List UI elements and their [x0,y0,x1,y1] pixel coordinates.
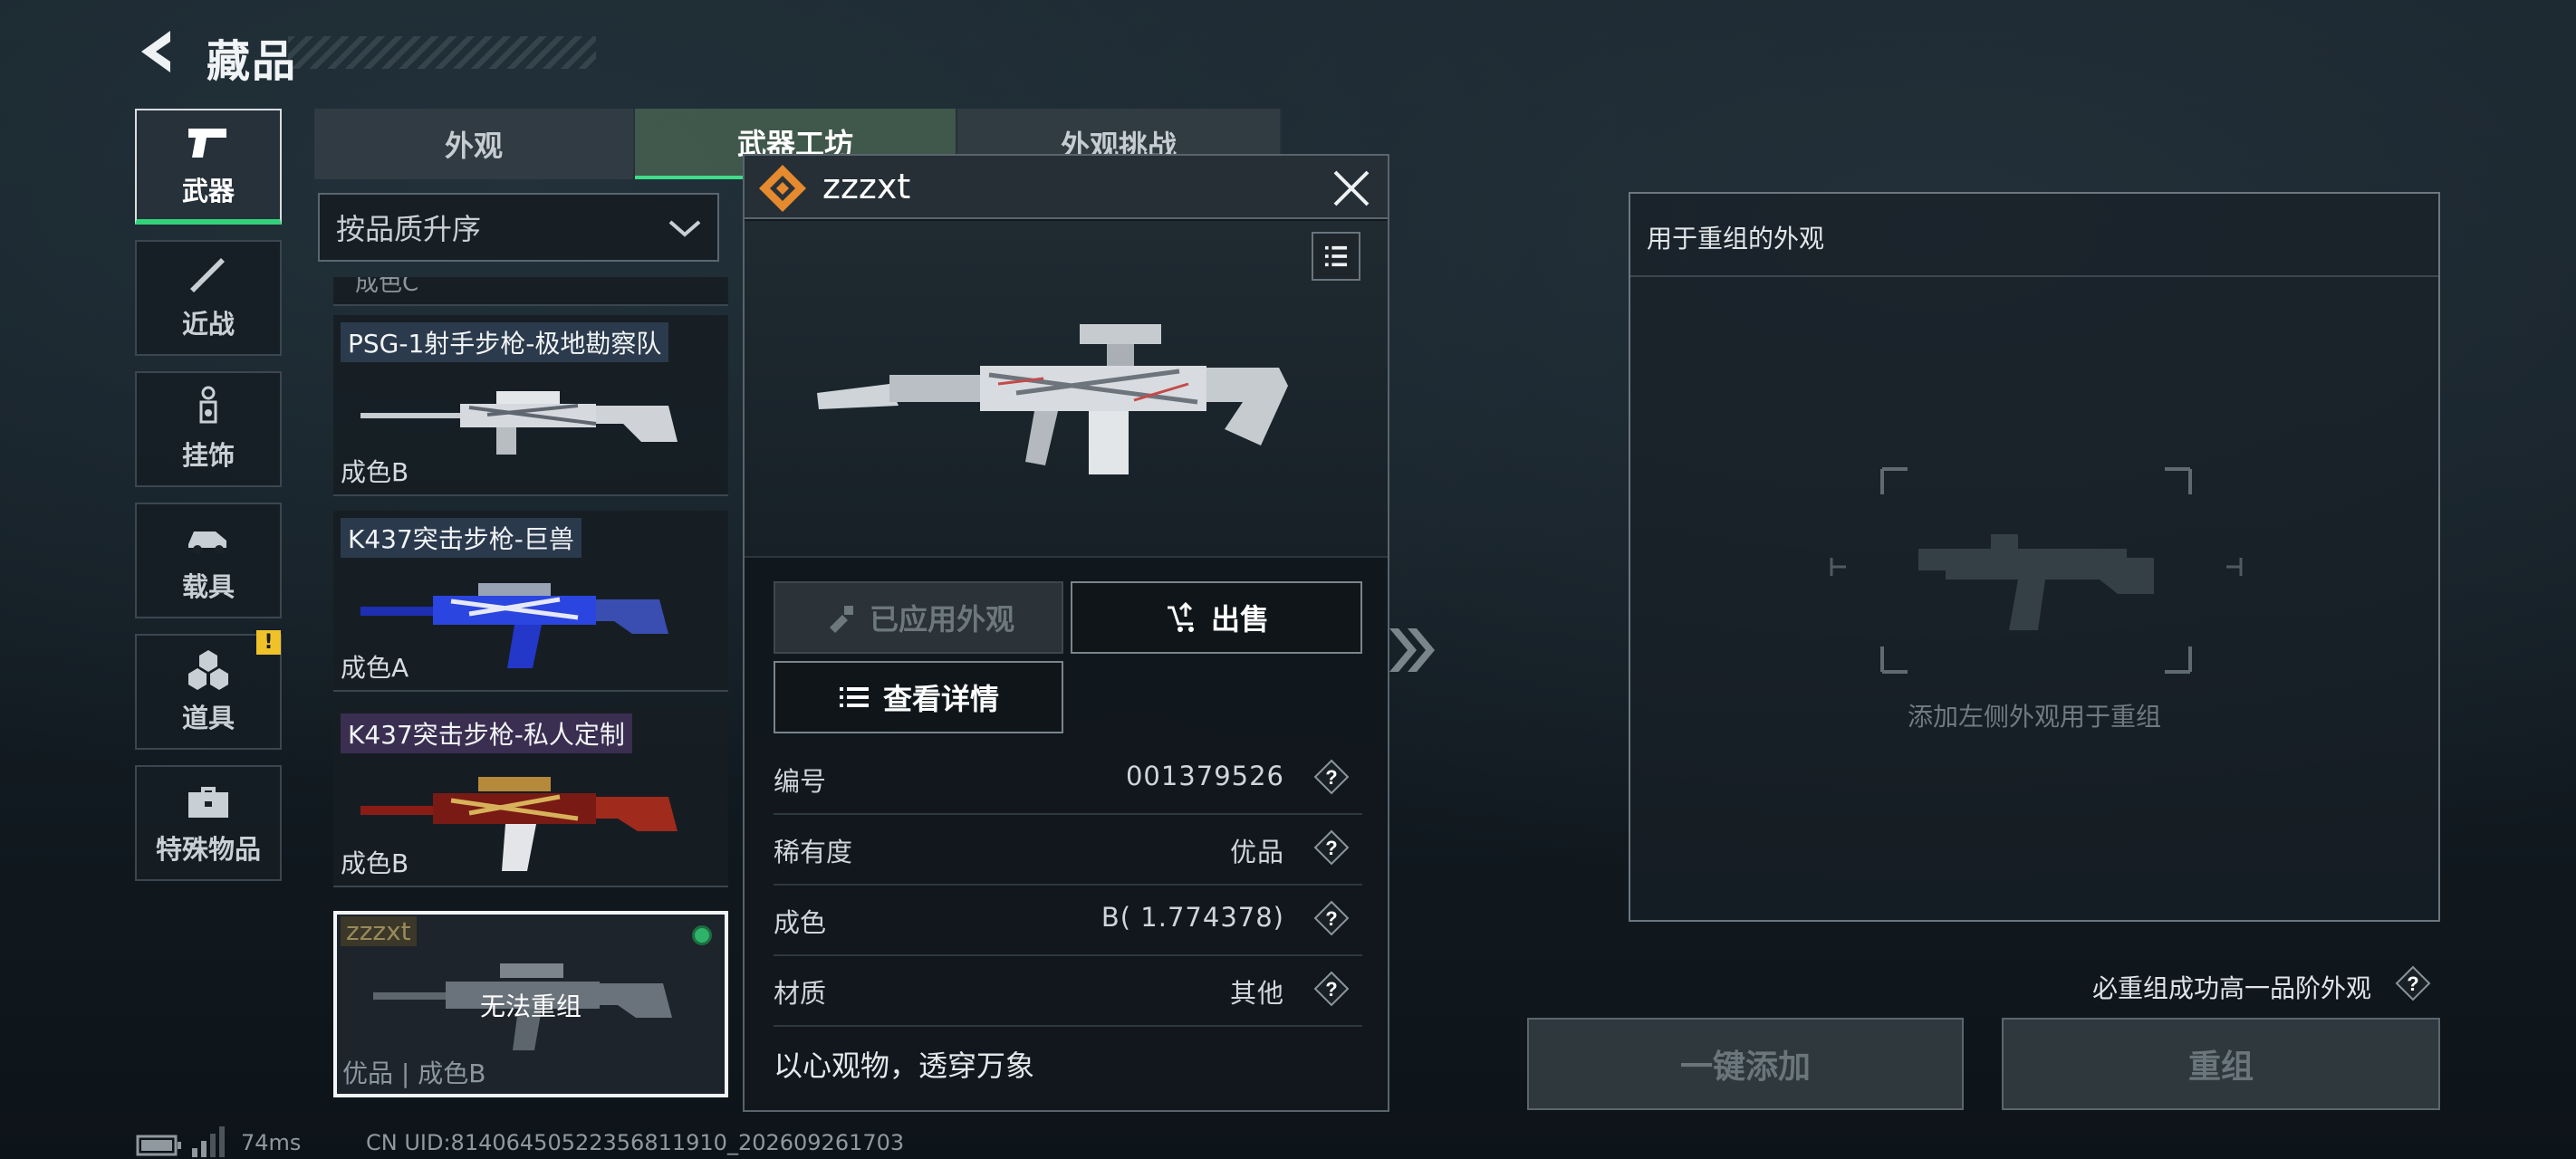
svg-text:?: ? [1325,907,1337,930]
svg-text:?: ? [1325,837,1337,859]
card-name: K437突击步枪-私人定制 [341,714,632,753]
close-icon[interactable] [1330,167,1373,210]
detail-row-material: 材质 其他 ? [774,956,1362,1027]
help-icon[interactable]: ? [1313,759,1350,795]
toolbox-icon [188,787,228,818]
sell-label: 出售 [1210,602,1269,637]
skin-motto: 以心观物，透穿万象 [774,1049,1035,1083]
sidebar-item-label: 特殊物品 [155,834,261,865]
vehicle-icon [188,532,226,554]
applied-skin-button[interactable]: 已应用外观 [774,581,1063,654]
equipped-indicator [692,925,712,945]
auto-add-button[interactable]: 一键添加 [1527,1018,1964,1110]
help-icon[interactable]: ? [1313,971,1350,1007]
card-owner-tag: zzzxt [341,916,417,946]
spray-icon [829,606,853,633]
detail-row-rarity: 稀有度 优品 ? [774,815,1362,886]
recombine-panel: 用于重组的外观 添加左侧外观用于重组 [1629,192,2440,922]
list-item[interactable]: K437突击步枪-巨兽 成色A [333,511,728,692]
battery-icon [136,1135,181,1156]
applied-skin-label: 已应用外观 [869,602,1014,637]
detail-row-condition: 成色 B( 1.774378) ? [774,886,1362,956]
page-title: 藏品 [207,36,298,87]
weapon-image [817,324,1288,474]
view-details-label: 查看详情 [882,682,999,716]
help-icon[interactable]: ? [1313,829,1350,866]
weapon-image [360,391,678,455]
sort-dropdown[interactable]: 按品质升序 [318,193,719,262]
list-item-selected[interactable]: zzzxt 无法重组 优品 | 成色B [333,911,728,1097]
recombine-panel-title: 用于重组的外观 [1647,224,1825,254]
double-chevron-right-icon [1389,628,1435,672]
sell-button[interactable]: 出售 [1071,581,1362,654]
sidebar-item-label: 近战 [181,309,235,340]
sidebar-item-vehicles[interactable]: 载具 [135,503,282,618]
skin-detail-popup: zzzxt 已应用外观 出售 查看详情 编号 001379526 ? 稀有度 优… [743,154,1389,1112]
sidebar-item-melee[interactable]: 近战 [135,240,282,356]
card-condition: 成色B [341,848,409,878]
recombine-button[interactable]: 重组 [2002,1018,2440,1110]
popup-header: zzzxt [745,156,1388,219]
card-condition: 成色B [341,457,409,487]
sidebar-item-label: 载具 [181,571,235,602]
user-id: CN UID:8140645052235681191‌0_20260926170… [366,1130,905,1155]
sidebar-item-charms[interactable]: 挂饰 [135,371,282,487]
detail-value: 001379526 [1125,761,1284,791]
sidebar-item-label: 挂饰 [181,440,235,471]
cannot-recombine-label: 无法重组 [479,991,582,1021]
sort-dropdown-value: 按品质升序 [336,212,482,246]
list-icon [839,687,869,707]
sidebar-item-label: 武器 [181,176,235,206]
knife-icon [190,258,225,292]
sidebar-item-weapons[interactable]: 武器 [135,109,282,225]
sidebar-item-special[interactable]: 特殊物品 [135,765,282,881]
brand-logo-icon [759,165,806,212]
recombine-hint: 添加左侧外观用于重组 [1907,702,2161,732]
list-item[interactable]: K437突击步枪-私人定制 成色B [333,706,728,887]
detail-key: 编号 [774,766,827,797]
warning-badge: ! [256,630,281,655]
popup-title: zzzxt [822,167,911,206]
weapon-image [360,583,668,668]
list-item[interactable]: PSG-1射手步枪-极地勘察队 成色B [333,315,728,496]
weapon-image [360,777,678,871]
sidebar-item-label: 道具 [181,703,235,733]
charm-icon [199,386,217,424]
items-icon [188,650,228,690]
view-details-button[interactable]: 查看详情 [774,661,1063,733]
ping-readout: 74ms [241,1130,302,1155]
detail-key: 稀有度 [774,837,853,867]
list-item-partial[interactable]: 成色C [333,277,728,306]
card-name: PSG-1射手步枪-极地勘察队 [341,322,669,362]
svg-text:?: ? [1325,978,1337,1001]
help-icon[interactable]: ? [2395,965,2431,1001]
weapon-preview [745,221,1388,558]
svg-text:?: ? [2407,972,2418,995]
card-condition: 成色C [355,277,419,297]
help-icon[interactable]: ? [1313,900,1350,936]
card-condition: 成色A [341,653,409,683]
svg-text:?: ? [1325,766,1337,789]
detail-value: B( 1.774378) [1101,902,1284,933]
guarantee-text: 必重组成功高一品阶外观 [2092,973,2372,1003]
detail-key: 成色 [774,907,827,938]
title-decoration [288,36,596,69]
item-list[interactable]: 成色C PSG-1射手步枪-极地勘察队 成色B K437突击步枪-巨兽 成色A … [318,277,735,1101]
detail-value: 优品 [1229,837,1284,867]
detail-key: 材质 [774,978,827,1009]
list-view-icon[interactable] [1312,232,1360,281]
back-arrow-icon[interactable] [134,27,181,76]
chevron-down-icon [668,220,701,237]
recombine-panel-header: 用于重组的外观 [1630,194,2438,277]
pistol-icon [188,129,226,158]
detail-row-serial: 编号 001379526 ? [774,744,1362,815]
tab-appearance[interactable]: 外观 [314,109,635,179]
empty-slot-placeholder[interactable] [1828,467,2244,674]
detail-value: 其他 [1229,978,1284,1009]
sell-icon [1167,601,1194,632]
card-name: K437突击步枪-巨兽 [341,518,582,558]
signal-strength-icon [192,1126,225,1157]
card-rarity-condition: 优品 | 成色B [342,1058,486,1088]
